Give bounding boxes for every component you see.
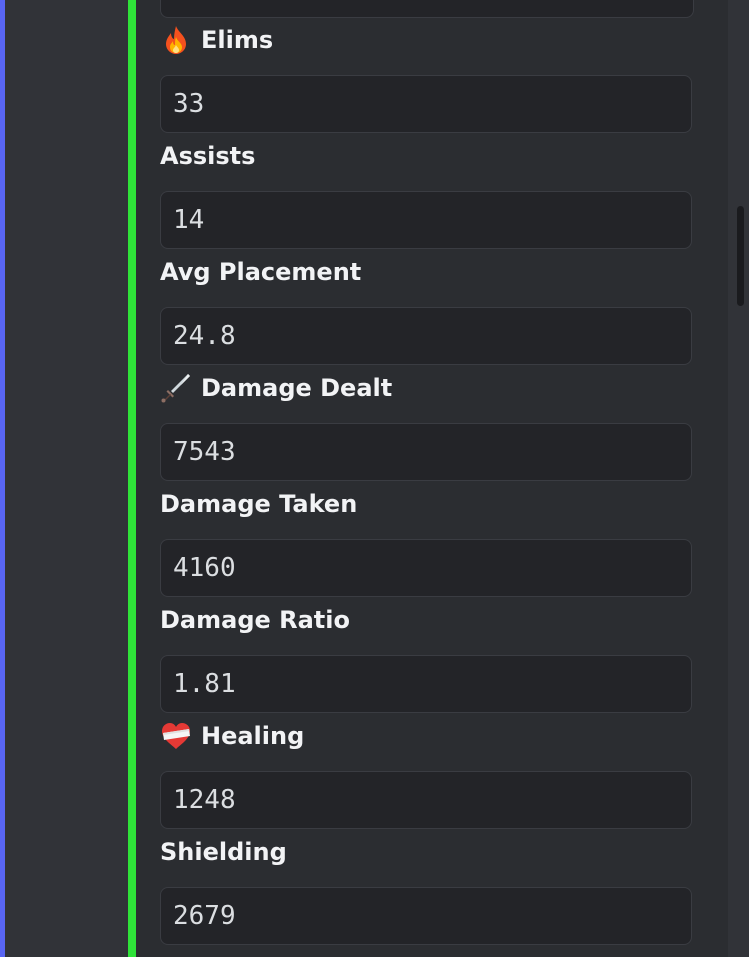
field-value-damage-taken: 4160	[160, 539, 692, 597]
scrollbar-thumb[interactable]	[737, 206, 744, 306]
field-label-shielding: Shielding	[160, 838, 287, 866]
field-value-assists: 14	[160, 191, 692, 249]
field-label-avg-placement: Avg Placement	[160, 258, 362, 286]
fire-icon	[160, 24, 192, 56]
field-value-avg-placement: 24.8	[160, 307, 692, 365]
field-label-damage-taken: Damage Taken	[160, 490, 358, 518]
field-label-damage-dealt: Damage Dealt	[160, 372, 392, 404]
dagger-icon	[160, 372, 192, 404]
field-label-healing: Healing	[160, 720, 304, 752]
field-label-text: Elims	[201, 26, 274, 54]
previous-field-value	[160, 0, 694, 18]
field-label-assists: Assists	[160, 142, 256, 170]
field-value-elims: 33	[160, 75, 692, 133]
chat-viewport: Elims 33 Assists 14 Avg Placement 24.8 D…	[0, 0, 749, 957]
field-label-text: Healing	[201, 722, 305, 750]
field-label-text: Damage Dealt	[201, 374, 393, 402]
embed-color-bar	[128, 0, 136, 957]
field-value-shielding: 2679	[160, 887, 692, 945]
mending-heart-icon	[160, 720, 192, 752]
field-value-damage-ratio: 1.81	[160, 655, 692, 713]
field-value-damage-dealt: 7543	[160, 423, 692, 481]
left-accent-bar	[0, 0, 5, 957]
field-label-elims: Elims	[160, 24, 273, 56]
field-label-damage-ratio: Damage Ratio	[160, 606, 350, 634]
field-value-healing: 1248	[160, 771, 692, 829]
